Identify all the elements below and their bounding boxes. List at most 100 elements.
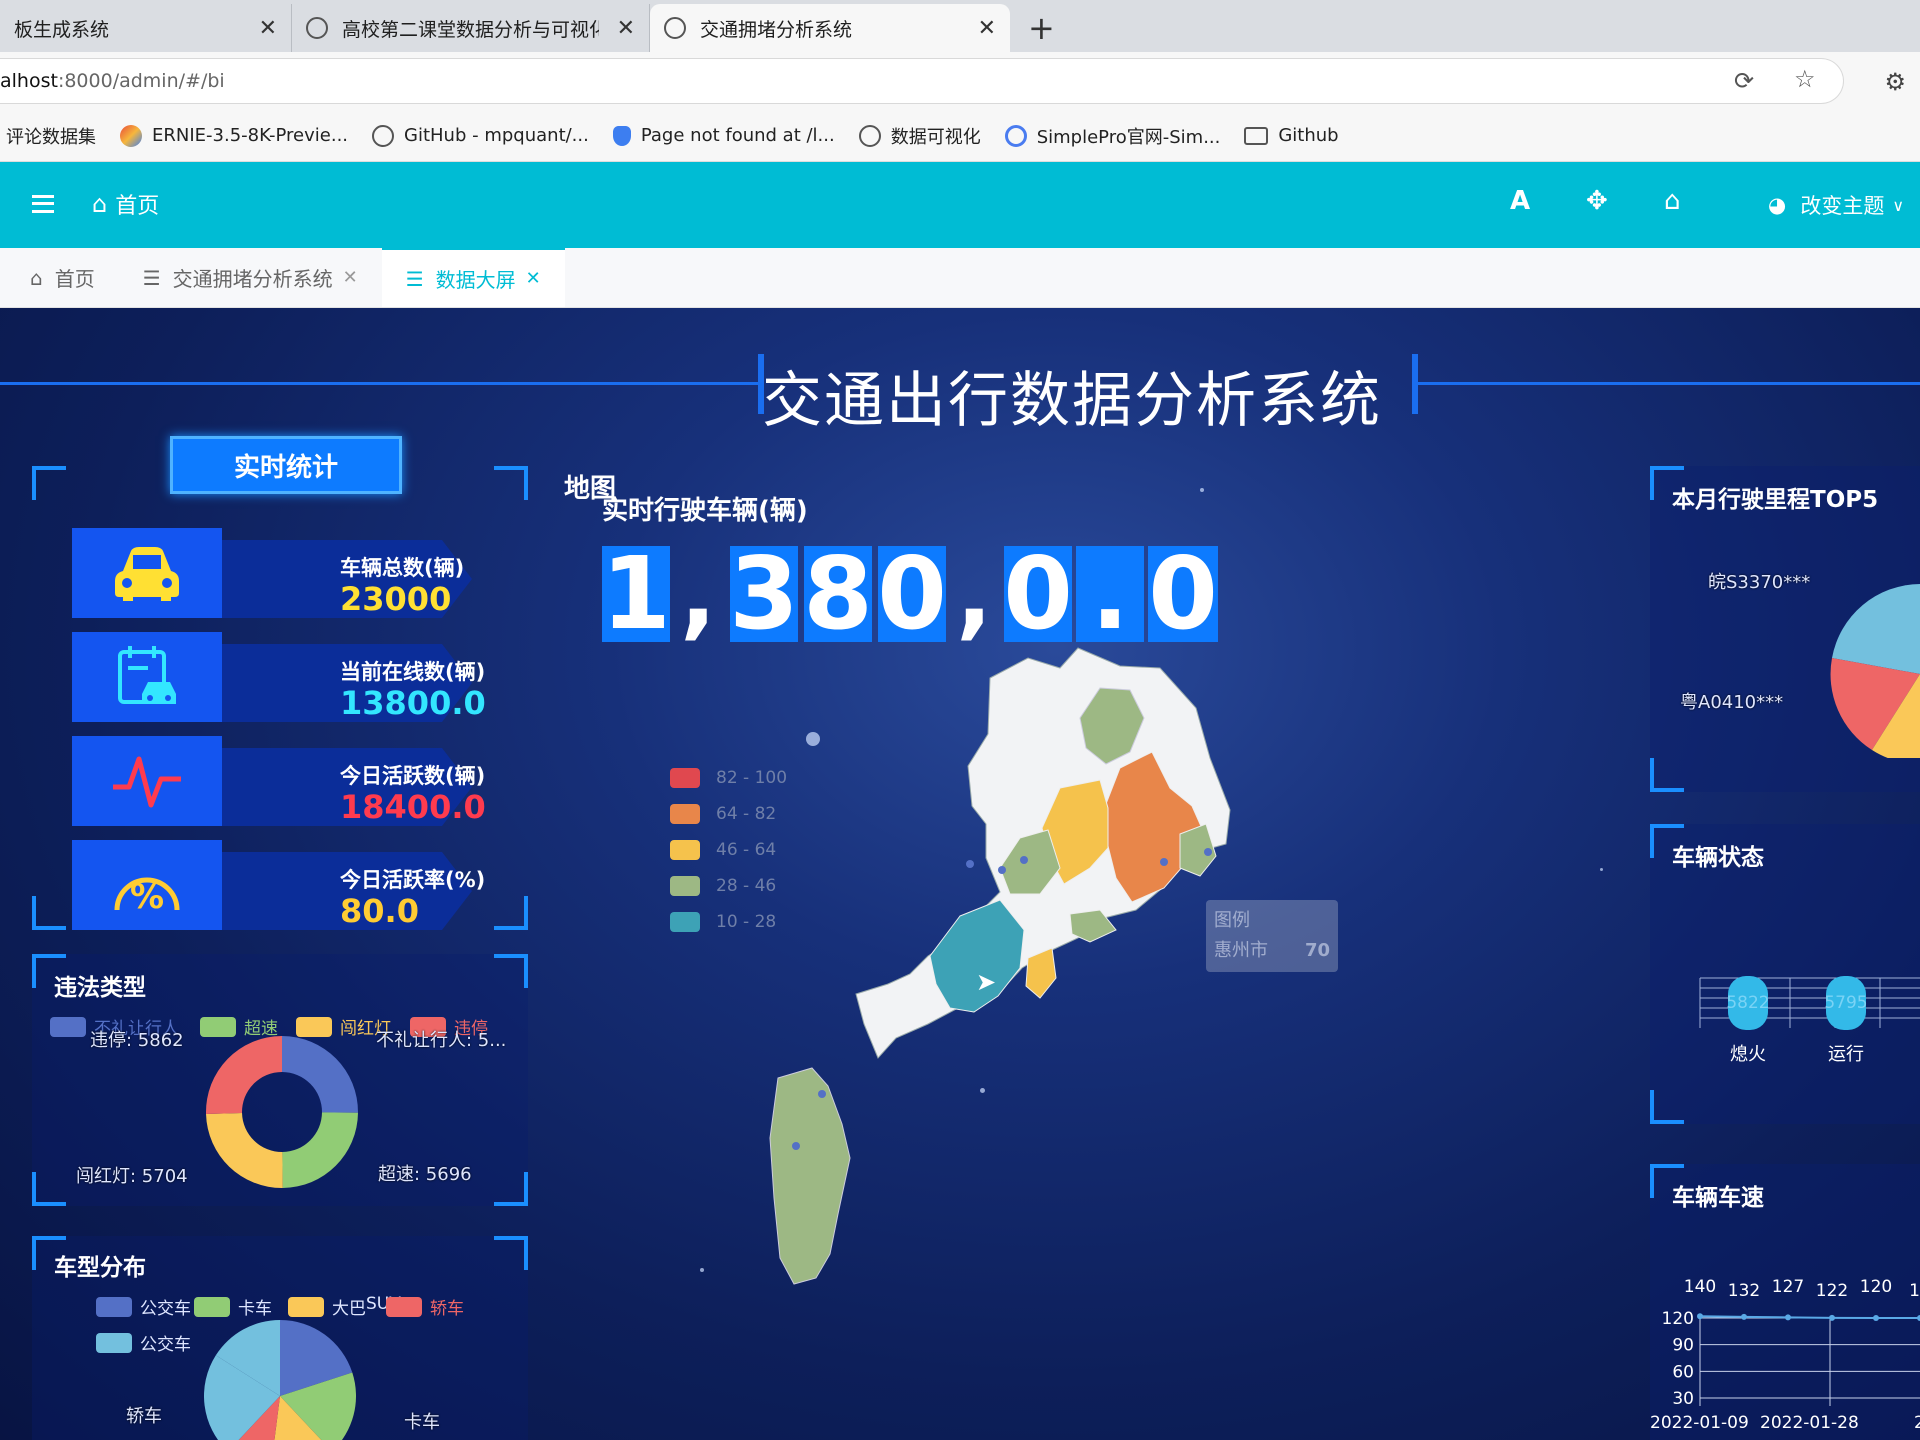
- pie-slice[interactable]: [206, 1036, 282, 1114]
- browser-tab-active[interactable]: 交通拥堵分析系统 ✕: [650, 4, 1010, 52]
- palette-icon: ◕: [1768, 193, 1787, 217]
- bookmark-item[interactable]: SimplePro官网-Sim...: [1004, 123, 1220, 149]
- visualmap-item[interactable]: 64 - 82: [670, 804, 776, 824]
- close-icon[interactable]: ✕: [241, 16, 277, 41]
- ernie-icon: [120, 124, 142, 147]
- pie-slice[interactable]: [206, 1113, 283, 1188]
- map-point[interactable]: [1160, 858, 1168, 866]
- legend-label: 轿车: [430, 1299, 464, 1319]
- stat-info-bg: [222, 644, 472, 722]
- visualmap-label: 10 - 28: [716, 912, 777, 932]
- map-point[interactable]: [1204, 848, 1212, 856]
- vehicle-type-title: 车型分布: [54, 1255, 146, 1281]
- extensions-icon[interactable]: ⚙: [1884, 68, 1906, 96]
- y-tick-label: 60: [1672, 1362, 1694, 1382]
- pulse-icon: [72, 736, 222, 826]
- menu-toggle-icon[interactable]: [32, 195, 54, 213]
- map-point[interactable]: [1020, 856, 1028, 864]
- violation-donut-chart: [206, 1036, 358, 1188]
- legend-label: 卡车: [238, 1299, 272, 1319]
- font-size-button[interactable]: A: [1510, 186, 1530, 216]
- legend-item[interactable]: 公交车: [96, 1294, 191, 1319]
- refresh-icon[interactable]: ⟳: [1734, 67, 1754, 95]
- app-header: ⌂ 首页 A ✥ ⌂ ◕ 改变主题 ∨: [0, 162, 1920, 248]
- address-bar-row: alhost:8000/admin/#/bi ⟳ ☆ ⚙: [0, 52, 1920, 110]
- bookmark-label: Github: [1278, 125, 1339, 146]
- new-tab-button[interactable]: +: [1028, 4, 1055, 52]
- close-icon[interactable]: ✕: [343, 267, 358, 288]
- top5-title: 本月行驶里程TOP5: [1672, 487, 1879, 513]
- bookmark-item[interactable]: ERNIE-3.5-8K-Previe...: [120, 124, 349, 147]
- close-icon[interactable]: ✕: [526, 268, 541, 289]
- globe-icon: [858, 124, 881, 147]
- car-icon: [72, 528, 222, 618]
- map-point[interactable]: [966, 860, 974, 868]
- dashboard: 交通出行数据分析系统 实时统计 % 车辆总数(辆) 23000 当前在线数(辆)…: [0, 308, 1920, 1440]
- browser-tab[interactable]: 高校第二课堂数据分析与可视化系 ✕: [292, 4, 650, 52]
- line-point[interactable]: [1741, 1313, 1747, 1320]
- pie-slice[interactable]: [282, 1112, 358, 1188]
- legend-item[interactable]: 卡车: [194, 1294, 272, 1319]
- legend-item[interactable]: 大巴: [288, 1294, 366, 1319]
- chevron-down-icon: ∨: [1892, 195, 1905, 215]
- visualmap-item[interactable]: 28 - 46: [670, 876, 776, 896]
- paw-icon: [612, 125, 631, 146]
- bookmark-item[interactable]: GitHub - mpquant/...: [372, 124, 589, 147]
- line-point[interactable]: [1785, 1314, 1791, 1321]
- panel-corner: [494, 1236, 528, 1270]
- visualmap-item[interactable]: 46 - 64: [670, 840, 776, 860]
- tab-label: 数据大屏: [435, 268, 516, 292]
- address-bar[interactable]: alhost:8000/admin/#/bi ⟳ ☆: [0, 58, 1844, 104]
- line-point[interactable]: [1829, 1314, 1835, 1321]
- home-icon: ⌂: [92, 190, 108, 218]
- bookmark-label: GitHub - mpquant/...: [404, 125, 589, 146]
- panel-corner: [494, 1172, 528, 1206]
- tab-home[interactable]: ⌂ 首页: [0, 248, 119, 307]
- legend-item[interactable]: 轿车: [386, 1294, 464, 1319]
- stat-online-vehicles: [72, 632, 484, 722]
- speed-line[interactable]: [1699, 1315, 1920, 1319]
- home-icon[interactable]: ⌂: [1664, 186, 1681, 216]
- visualmap-item[interactable]: 10 - 28: [670, 912, 776, 932]
- legend-swatch: [670, 768, 700, 788]
- tab-label: 首页: [54, 267, 95, 291]
- legend-label: 公交车: [140, 1299, 191, 1319]
- tab-traffic[interactable]: ☰ 交通拥堵分析系统 ✕: [119, 248, 382, 307]
- point-label: 140: [1684, 1277, 1716, 1297]
- guangdong-map[interactable]: [760, 538, 1420, 1440]
- bookmark-item[interactable]: Page not found at /l...: [612, 125, 835, 146]
- line-point[interactable]: [1697, 1313, 1703, 1320]
- realtime-stats-button[interactable]: 实时统计: [170, 436, 402, 494]
- legend-item[interactable]: 公交车: [96, 1330, 191, 1355]
- close-icon[interactable]: ✕: [960, 16, 996, 41]
- visualmap-item[interactable]: 82 - 100: [670, 768, 787, 788]
- tab-title: 交通拥堵分析系统: [700, 18, 853, 41]
- visualmap-label: 82 - 100: [716, 768, 788, 788]
- map-point[interactable]: [818, 1090, 826, 1098]
- violation-title: 违法类型: [54, 975, 146, 1001]
- tab-dashboard[interactable]: ☰ 数据大屏 ✕: [381, 248, 565, 307]
- visualmap-label: 28 - 46: [716, 876, 777, 896]
- close-icon[interactable]: ✕: [599, 16, 635, 41]
- star-icon[interactable]: ☆: [1794, 65, 1816, 93]
- header-home-label: 首页: [115, 194, 160, 219]
- map-point[interactable]: [792, 1142, 800, 1150]
- bookmark-item[interactable]: 数据可视化: [858, 123, 981, 149]
- pie-slice[interactable]: [282, 1036, 358, 1113]
- home-icon: ⌂: [30, 265, 43, 290]
- bookmark-item[interactable]: Github: [1244, 125, 1339, 146]
- browser-tab[interactable]: 板生成系统 ✕: [0, 4, 292, 52]
- map-point[interactable]: [998, 866, 1006, 874]
- x-tick-label: 2022-01-09: [1650, 1413, 1749, 1433]
- theme-dropdown[interactable]: ◕ 改变主题 ∨: [1768, 190, 1904, 220]
- map-region-leizhou[interactable]: [769, 1067, 851, 1285]
- stat-total-vehicles: [72, 528, 484, 618]
- legend-label: 大巴: [332, 1299, 366, 1319]
- header-home-link[interactable]: ⌂ 首页: [92, 188, 159, 220]
- fullscreen-icon[interactable]: ✥: [1586, 186, 1608, 216]
- bookmark-label: ERNIE-3.5-8K-Previe...: [152, 125, 349, 146]
- pie-label: 违停: 5862: [90, 1030, 184, 1051]
- percent-icon: %: [72, 840, 222, 930]
- line-point[interactable]: [1873, 1315, 1879, 1321]
- bookmark-item[interactable]: 评论数据集: [6, 123, 96, 149]
